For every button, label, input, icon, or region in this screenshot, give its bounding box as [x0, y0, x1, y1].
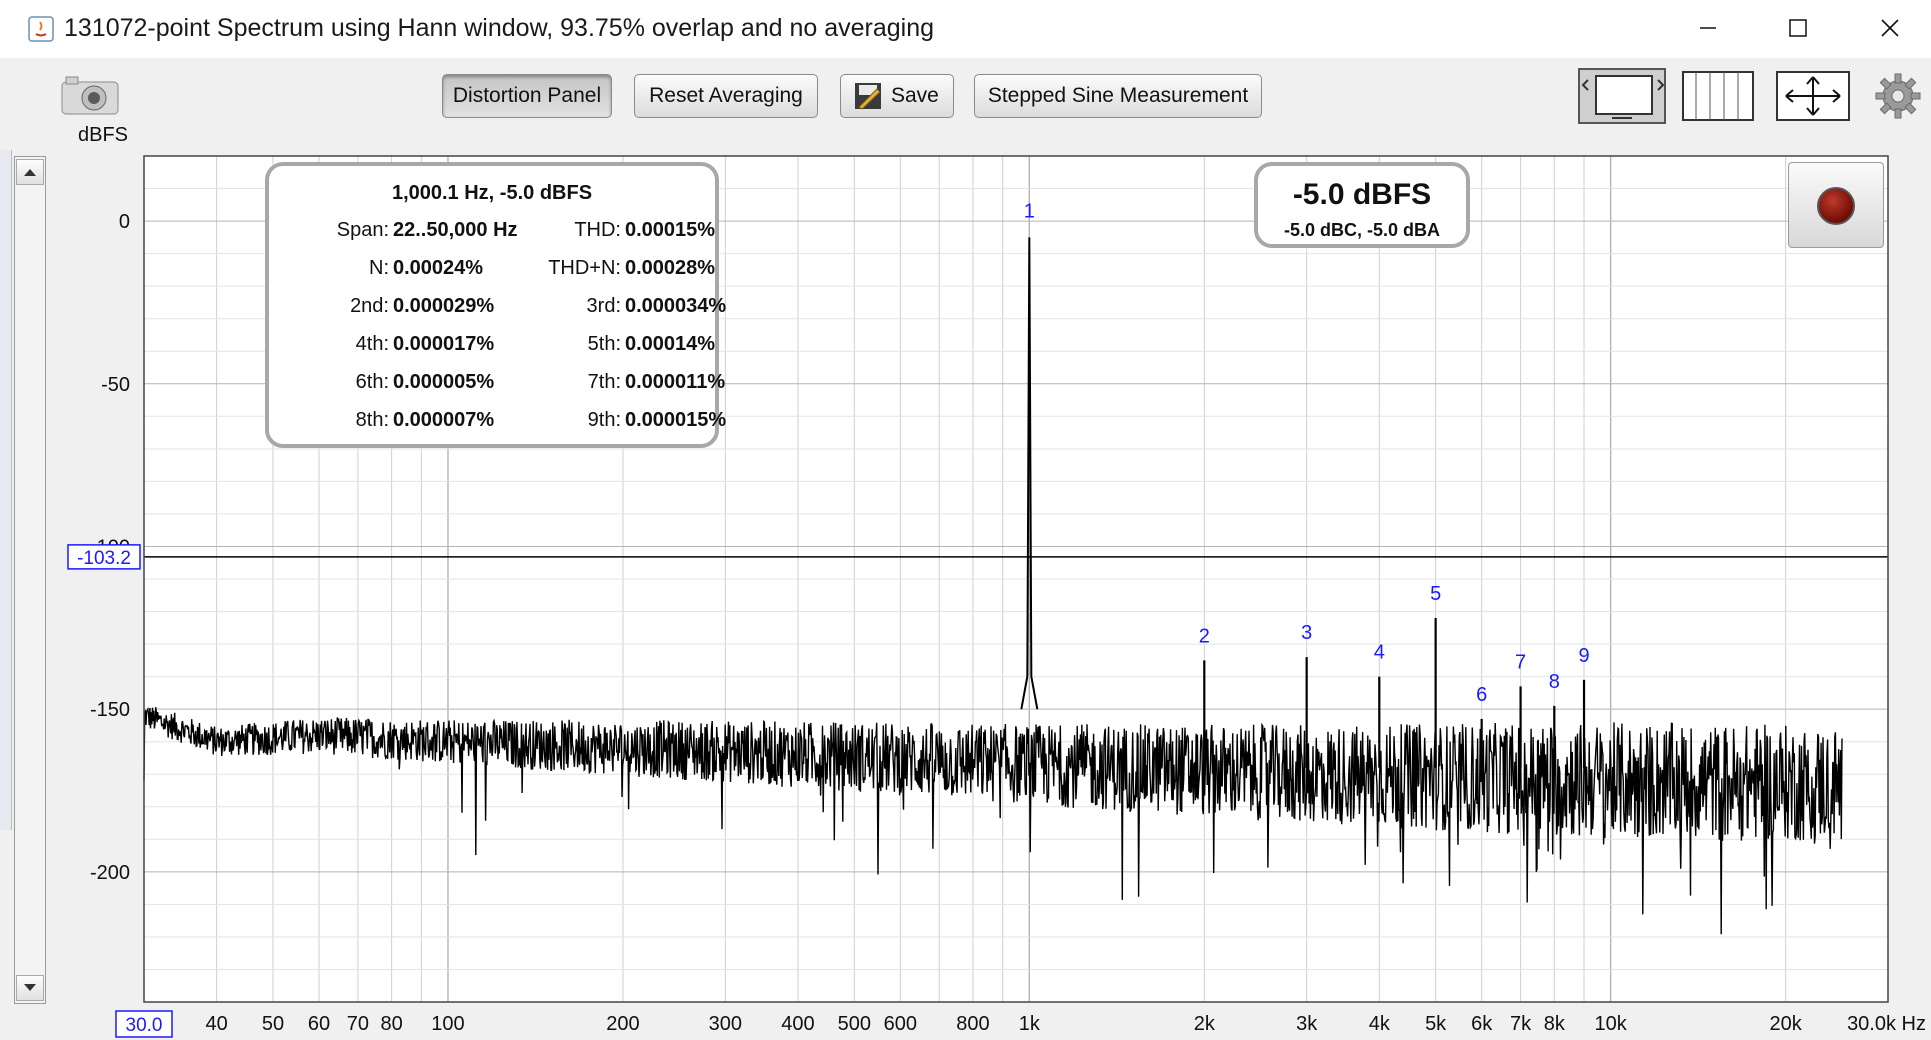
fit-window-icon[interactable]	[1578, 68, 1666, 124]
distortion-row: Span: 22..50,000 Hz THD: 0.00015%	[269, 219, 715, 249]
metric-label: 6th:	[355, 371, 389, 393]
x-tick-label: 20k	[1770, 1013, 1803, 1035]
x-tick-label: 4k	[1369, 1013, 1391, 1035]
metric-label: THD:	[574, 219, 621, 241]
x-tick-label: 200	[606, 1013, 639, 1035]
x-tick-label: 500	[838, 1013, 871, 1035]
maximize-button[interactable]	[1770, 6, 1826, 50]
harmonic-marker-label: 3	[1301, 622, 1312, 644]
record-button[interactable]	[1788, 162, 1884, 248]
harmonic-marker-label: 8	[1549, 671, 1560, 693]
metric-label: 3rd:	[586, 295, 621, 317]
x-tick-label: 5k	[1425, 1013, 1447, 1035]
fundamental-marker-label: 1	[1024, 200, 1035, 222]
x-tick-label: 8k	[1544, 1013, 1566, 1035]
y-axis-unit-label: dBFS	[78, 124, 129, 146]
metric-value: 0.000007%	[393, 409, 495, 431]
x-tick-label: 40	[206, 1013, 228, 1035]
distortion-row: 6th: 0.000005% 7th: 0.000011%	[269, 371, 725, 401]
metric-label: 5th:	[587, 333, 621, 355]
metric-label: 7th:	[587, 371, 621, 393]
x-tick-label: 30.0k Hz	[1847, 1013, 1926, 1035]
metric-label: THD+N:	[548, 257, 621, 279]
x-tick-label: 70	[347, 1013, 369, 1035]
save-icon	[855, 83, 881, 110]
distortion-row: 2nd: 0.000029% 3rd: 0.000034%	[269, 295, 726, 325]
y-tick-label: -150	[90, 699, 130, 721]
distortion-panel-button[interactable]: Distortion Panel	[442, 74, 612, 118]
java-app-icon	[28, 16, 54, 42]
maximize-icon	[1789, 19, 1807, 37]
window-title: 131072-point Spectrum using Hann window,…	[64, 14, 935, 42]
distortion-row: N: 0.00024% THD+N: 0.00028%	[269, 257, 715, 287]
close-button[interactable]	[1862, 6, 1918, 50]
cursor-x-readout: 30.0	[126, 1015, 163, 1036]
harmonic-marker-label: 6	[1476, 684, 1487, 706]
harmonic-marker-label: 7	[1515, 651, 1526, 673]
metric-value: 0.00028%	[625, 257, 716, 279]
camera-icon[interactable]	[58, 72, 122, 118]
fundamental-readout: 1,000.1 Hz, -5.0 dBFS	[391, 182, 593, 204]
x-tick-label: 400	[781, 1013, 814, 1035]
metric-value: 0.00024%	[393, 257, 484, 279]
cursor-y-readout: -103.2	[77, 548, 131, 569]
metric-value: 0.000029%	[393, 295, 495, 317]
x-tick-label: 800	[956, 1013, 989, 1035]
harmonic-marker-label: 2	[1199, 625, 1210, 647]
metric-value: 0.00015%	[625, 219, 716, 241]
stepped-sine-measurement-button[interactable]: Stepped Sine Measurement	[974, 74, 1262, 118]
x-tick-label: 6k	[1471, 1013, 1493, 1035]
x-tick-label: 10k	[1595, 1013, 1628, 1035]
x-tick-label: 80	[381, 1013, 403, 1035]
harmonic-marker-label: 9	[1578, 645, 1589, 667]
level-readout: -5.0 dBFS	[1292, 178, 1432, 211]
distortion-panel: 1,000.1 Hz, -5.0 dBFS Span: 22..50,000 Hz…	[265, 162, 727, 448]
toolbar: Distortion Panel Reset Averaging Save St…	[0, 58, 1931, 154]
metric-label: N:	[369, 257, 389, 279]
distortion-row: 4th: 0.000017% 5th: 0.00014%	[269, 333, 715, 363]
metric-value: 22..50,000 Hz	[393, 219, 518, 241]
harmonic-marker-label: 4	[1374, 642, 1385, 664]
y-tick-label: -200	[90, 862, 130, 884]
metric-value: 0.000005%	[393, 371, 495, 393]
vertical-bars-icon[interactable]	[1682, 68, 1754, 124]
x-tick-label: 7k	[1510, 1013, 1532, 1035]
reset-averaging-button[interactable]: Reset Averaging	[634, 74, 818, 118]
level-panel: -5.0 dBFS -5.0 dBC, -5.0 dBA	[1254, 162, 1470, 248]
close-icon	[1881, 19, 1899, 37]
save-button[interactable]: Save	[840, 74, 954, 118]
harmonic-marker-label: 5	[1430, 583, 1441, 605]
weighted-level-readout: -5.0 dBC, -5.0 dBA	[1283, 220, 1441, 240]
metric-label: 9th:	[587, 409, 621, 431]
title-bar: 131072-point Spectrum using Hann window,…	[0, 0, 1931, 58]
x-tick-label: 600	[884, 1013, 917, 1035]
minimize-icon	[1700, 27, 1716, 29]
distortion-row: 8th: 0.000007% 9th: 0.000015%	[269, 409, 727, 439]
x-tick-label: 2k	[1194, 1013, 1216, 1035]
metric-value: 0.00014%	[625, 333, 716, 355]
metric-label: Span:	[336, 219, 389, 241]
x-tick-label: 300	[709, 1013, 742, 1035]
metric-label: 8th:	[355, 409, 389, 431]
x-tick-label: 1k	[1019, 1013, 1041, 1035]
metric-value: 0.000011%	[625, 371, 726, 393]
y-tick-label: -50	[101, 374, 130, 396]
minimize-button[interactable]	[1680, 6, 1736, 50]
metric-label: 2nd:	[350, 295, 389, 317]
metric-value: 0.000034%	[625, 295, 727, 317]
record-icon	[1817, 187, 1855, 225]
metric-value: 0.000017%	[393, 333, 495, 355]
pan-arrows-icon[interactable]	[1776, 68, 1850, 124]
x-tick-label: 50	[262, 1013, 284, 1035]
y-tick-label: 0	[119, 211, 130, 233]
save-label: Save	[891, 84, 939, 107]
metric-value: 0.000015%	[625, 409, 727, 431]
x-tick-label: 3k	[1296, 1013, 1318, 1035]
x-tick-label: 60	[308, 1013, 330, 1035]
metric-label: 4th:	[355, 333, 389, 355]
x-tick-label: 100	[431, 1013, 464, 1035]
settings-gear-icon[interactable]	[1874, 72, 1922, 120]
